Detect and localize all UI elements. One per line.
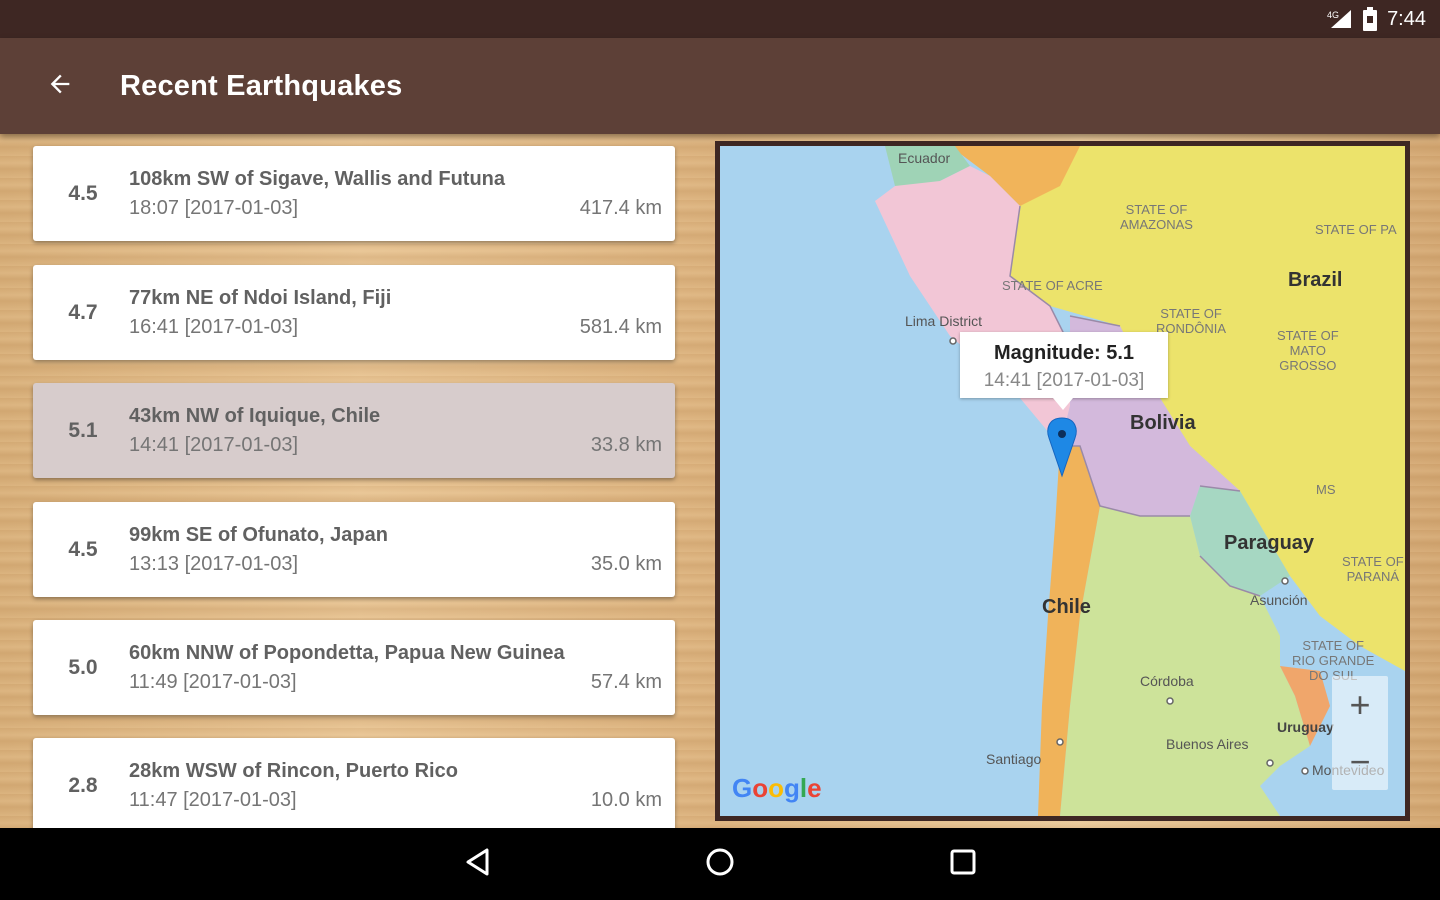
map-label-state-mato-grosso: STATE OF MATO GROSSO	[1277, 328, 1339, 373]
earthquake-list[interactable]: 4.5 108km SW of Sigave, Wallis and Futun…	[33, 134, 675, 828]
map-label-paraguay: Paraguay	[1224, 532, 1315, 554]
map-label-state-acre: STATE OF ACRE	[1002, 278, 1103, 293]
app-bar: Recent Earthquakes	[0, 38, 1440, 134]
location-text: 43km NW of Iquique, Chile	[129, 405, 381, 427]
system-nav-bar	[0, 828, 1440, 900]
location-text: 28km WSW of Rincon, Puerto Rico	[129, 760, 458, 782]
time-text: 11:47 [2017-01-03]	[129, 789, 297, 811]
map-label-lima: Lima District	[905, 313, 983, 329]
nav-recents-button[interactable]	[933, 840, 993, 888]
map-label-state-pa: STATE OF PA	[1315, 222, 1397, 237]
depth-text: 33.8 km	[590, 434, 662, 456]
depth-text: 35.0 km	[590, 553, 662, 575]
map-label-bolivia: Bolivia	[1130, 412, 1196, 434]
time-text: 13:13 [2017-01-03]	[129, 553, 299, 575]
time-text: 11:49 [2017-01-03]	[129, 671, 297, 693]
signal-4g-icon: 4G	[1327, 8, 1353, 30]
nav-recents-icon	[948, 847, 978, 882]
info-window-title: Magnitude: 5.1	[993, 342, 1134, 364]
map-label-state-parana: STATE OF PARANÁ	[1342, 554, 1404, 584]
zoom-in-button[interactable]: +	[1332, 676, 1388, 733]
location-text: 77km NE of Ndoi Island, Fiji	[129, 287, 392, 309]
magnitude-value: 4.5	[68, 538, 98, 561]
zoom-controls: + −	[1332, 676, 1388, 790]
magnitude-value: 4.7	[68, 301, 98, 324]
map-label-chile: Chile	[1042, 596, 1091, 618]
depth-text: 57.4 km	[590, 671, 662, 693]
back-button[interactable]	[30, 56, 90, 116]
earthquake-list-item[interactable]: 5.0 60km NNW of Popondetta, Papua New Gu…	[33, 620, 675, 715]
santiago-dot	[1056, 738, 1064, 746]
time-text: 14:41 [2017-01-03]	[129, 434, 299, 456]
earthquake-list-item[interactable]: 4.5 108km SW of Sigave, Wallis and Futun…	[33, 146, 675, 241]
lima-dot	[949, 337, 957, 345]
main-content: 4.5 108km SW of Sigave, Wallis and Futun…	[0, 134, 1440, 828]
location-text: 99km SE of Ofunato, Japan	[129, 524, 388, 546]
magnitude-value: 5.0	[68, 656, 98, 679]
nav-home-icon	[705, 847, 735, 882]
time-text: 18:07 [2017-01-03]	[129, 197, 299, 219]
location-text: 108km SW of Sigave, Wallis and Futuna	[129, 168, 506, 190]
map-label-santiago: Santiago	[986, 751, 1042, 767]
map-label-asuncion: Asunción	[1250, 592, 1308, 608]
map-canvas[interactable]	[720, 146, 1405, 816]
status-bar: 4G 7:44	[0, 0, 1440, 38]
arrow-back-icon	[46, 70, 74, 103]
depth-text: 581.4 km	[579, 316, 662, 338]
magnitude-value: 4.5	[68, 182, 98, 205]
clock: 7:44	[1387, 7, 1426, 30]
magnitude-value: 5.1	[68, 419, 98, 442]
location-text: 60km NNW of Popondetta, Papua New Guinea	[129, 642, 565, 664]
earthquake-list-item[interactable]: 4.7 77km NE of Ndoi Island, Fiji 16:41 […	[33, 265, 675, 360]
map-label-brazil: Brazil	[1288, 269, 1343, 291]
nav-home-button[interactable]	[690, 840, 750, 888]
asuncion-dot	[1281, 577, 1289, 585]
depth-text: 10.0 km	[590, 789, 662, 811]
zoom-out-button[interactable]: −	[1332, 733, 1388, 790]
earthquake-list-item[interactable]: 2.8 28km WSW of Rincon, Puerto Rico 11:4…	[33, 738, 675, 828]
map-label-state-amazonas: STATE OF AMAZONAS	[1120, 202, 1193, 232]
depth-text: 417.4 km	[579, 197, 662, 219]
nav-back-button[interactable]	[448, 840, 508, 888]
map-label-ecuador: Ecuador	[898, 150, 951, 166]
earthquake-list-item-selected[interactable]: 5.1 43km NW of Iquique, Chile 14:41 [201…	[33, 383, 675, 478]
map-label-cordoba: Córdoba	[1140, 673, 1194, 689]
svg-text:4G: 4G	[1327, 10, 1339, 20]
page-title: Recent Earthquakes	[120, 69, 403, 102]
magnitude-value: 2.8	[68, 774, 98, 797]
map-view[interactable]: Ecuador STATE OF AMAZONAS STATE OF PA Br…	[715, 141, 1410, 821]
map-label-buenos-aires: Buenos Aires	[1166, 736, 1249, 752]
map-label-uruguay: Uruguay	[1277, 719, 1334, 735]
info-window-pointer	[1053, 398, 1073, 410]
marker-info-window[interactable]: Magnitude: 5.1 14:41 [2017-01-03]	[960, 332, 1168, 398]
earthquake-list-item[interactable]: 4.5 99km SE of Ofunato, Japan 13:13 [201…	[33, 502, 675, 597]
google-logo: Google	[732, 773, 822, 803]
time-text: 16:41 [2017-01-03]	[129, 316, 299, 338]
info-window-time: 14:41 [2017-01-03]	[983, 370, 1145, 391]
montevideo-dot	[1301, 767, 1309, 775]
map-label-ms: MS	[1316, 482, 1336, 497]
cordoba-dot	[1166, 697, 1174, 705]
nav-back-icon	[463, 847, 493, 882]
battery-icon	[1363, 7, 1378, 31]
buenos-aires-dot	[1266, 759, 1274, 767]
